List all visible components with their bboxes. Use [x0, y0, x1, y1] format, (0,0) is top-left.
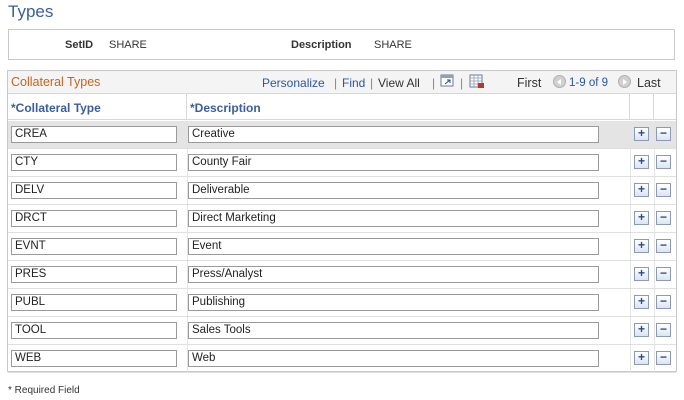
table-row: EVNT Event + − — [8, 233, 676, 261]
description-input[interactable]: Sales Tools — [188, 322, 599, 339]
row-range: 1-9 of 9 — [569, 77, 608, 89]
column-divider — [630, 261, 631, 288]
column-divider — [630, 177, 631, 204]
column-divider — [654, 261, 655, 288]
column-header-delete — [654, 94, 676, 120]
add-row-icon[interactable]: + — [634, 183, 649, 197]
add-row-icon[interactable]: + — [634, 211, 649, 225]
description-input[interactable]: Creative — [188, 126, 599, 143]
table-row: DRCT Direct Marketing + − — [8, 205, 676, 233]
delete-row-icon[interactable]: − — [656, 267, 671, 281]
table-row: CTY County Fair + − — [8, 149, 676, 177]
last-label: Last — [637, 76, 661, 90]
column-divider — [654, 317, 655, 344]
header-box: SetID SHARE Description SHARE — [8, 29, 675, 60]
column-header-add — [630, 94, 654, 120]
zoom-grid-icon[interactable] — [440, 74, 455, 88]
table-row: PUBL Publishing + − — [8, 289, 676, 317]
column-divider — [630, 317, 631, 344]
setid-label: SetID — [65, 39, 94, 51]
collateral-type-input[interactable]: PRES — [11, 266, 177, 283]
description-input[interactable]: Direct Marketing — [188, 210, 599, 227]
collateral-type-input[interactable]: DRCT — [11, 210, 177, 227]
page-title: Types — [8, 2, 54, 21]
separator: | — [370, 76, 374, 90]
separator: | — [432, 76, 436, 90]
table-row: TOOL Sales Tools + − — [8, 317, 676, 345]
delete-row-icon[interactable]: − — [656, 239, 671, 253]
column-divider — [654, 177, 655, 204]
personalize-link[interactable]: Personalize — [262, 76, 325, 90]
view-all-link[interactable]: View All — [378, 76, 420, 90]
delete-row-icon[interactable]: − — [656, 295, 671, 309]
column-divider — [630, 149, 631, 176]
download-excel-icon[interactable] — [469, 74, 484, 88]
add-row-icon[interactable]: + — [634, 323, 649, 337]
description-input[interactable]: Publishing — [188, 294, 599, 311]
column-header-description[interactable]: *Description — [187, 94, 630, 120]
description-input[interactable]: Event — [188, 238, 599, 255]
table-row: CREA Creative + − — [8, 121, 676, 149]
add-row-icon[interactable]: + — [634, 295, 649, 309]
column-header-collateral-type[interactable]: *Collateral Type — [8, 94, 187, 120]
next-arrow-icon[interactable] — [618, 75, 631, 88]
description-input[interactable]: Web — [188, 350, 599, 367]
collateral-type-input[interactable]: DELV — [11, 182, 177, 199]
column-divider — [654, 205, 655, 232]
first-label: First — [517, 76, 542, 90]
table-row: WEB Web + − — [8, 345, 676, 373]
add-row-icon[interactable]: + — [634, 127, 649, 141]
description-input[interactable]: Press/Analyst — [188, 266, 599, 283]
previous-arrow-icon[interactable] — [553, 75, 566, 88]
column-divider — [654, 289, 655, 316]
delete-row-icon[interactable]: − — [656, 351, 671, 365]
collateral-types-grid: Collateral Types Personalize | Find | Vi… — [7, 70, 677, 373]
separator: | — [334, 76, 338, 90]
column-divider — [654, 121, 655, 148]
add-row-icon[interactable]: + — [634, 239, 649, 253]
collateral-type-input[interactable]: WEB — [11, 350, 177, 367]
collateral-type-input[interactable]: EVNT — [11, 238, 177, 255]
column-divider — [654, 149, 655, 176]
add-row-icon[interactable]: + — [634, 351, 649, 365]
column-divider — [630, 289, 631, 316]
table-row: PRES Press/Analyst + − — [8, 261, 676, 289]
column-divider — [630, 233, 631, 260]
column-divider — [630, 121, 631, 148]
description-label: Description — [291, 39, 352, 51]
delete-row-icon[interactable]: − — [656, 323, 671, 337]
delete-row-icon[interactable]: − — [656, 183, 671, 197]
description-input[interactable]: Deliverable — [188, 182, 599, 199]
grid-title: Collateral Types — [11, 75, 101, 89]
description-value: SHARE — [374, 39, 412, 51]
find-link[interactable]: Find — [342, 76, 365, 90]
collateral-type-input[interactable]: PUBL — [11, 294, 177, 311]
delete-row-icon[interactable]: − — [656, 211, 671, 225]
column-divider — [654, 233, 655, 260]
add-row-icon[interactable]: + — [634, 267, 649, 281]
grid-titlebar: Collateral Types Personalize | Find | Vi… — [8, 71, 676, 94]
setid-value: SHARE — [109, 39, 147, 51]
collateral-type-input[interactable]: TOOL — [11, 322, 177, 339]
column-divider — [630, 205, 631, 232]
collateral-type-input[interactable]: CTY — [11, 154, 177, 171]
column-divider — [630, 345, 631, 372]
column-divider — [654, 345, 655, 372]
separator: | — [460, 76, 464, 90]
collateral-type-input[interactable]: CREA — [11, 126, 177, 143]
table-row: DELV Deliverable + − — [8, 177, 676, 205]
add-row-icon[interactable]: + — [634, 155, 649, 169]
description-input[interactable]: County Fair — [188, 154, 599, 171]
delete-row-icon[interactable]: − — [656, 127, 671, 141]
required-field-note: * Required Field — [8, 385, 80, 396]
delete-row-icon[interactable]: − — [656, 155, 671, 169]
